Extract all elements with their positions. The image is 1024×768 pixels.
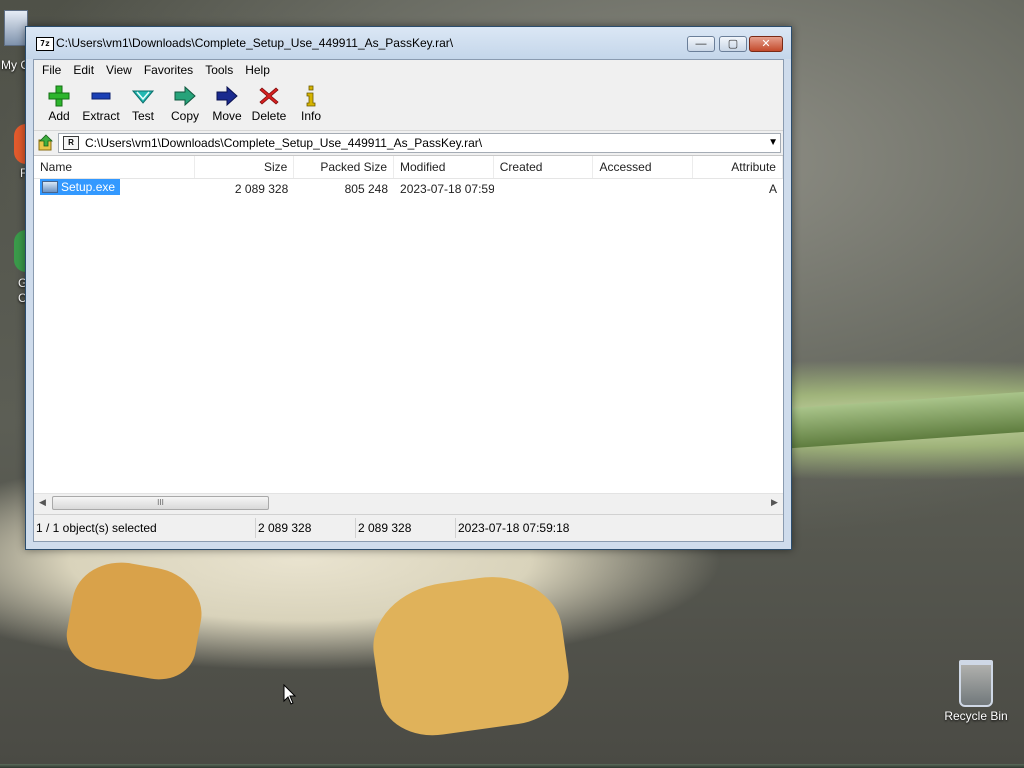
test-button[interactable]: Test [122, 80, 164, 130]
menu-tools[interactable]: Tools [199, 61, 239, 79]
move-label: Move [212, 109, 242, 123]
status-size: 2 089 328 [256, 518, 356, 538]
info-label: Info [300, 109, 321, 123]
column-header-accessed[interactable]: Accessed [593, 156, 694, 178]
menu-edit[interactable]: Edit [67, 61, 100, 79]
column-header-modified[interactable]: Modified [394, 156, 494, 178]
file-attributes-cell: A [768, 182, 777, 196]
status-selection: 1 / 1 object(s) selected [34, 518, 256, 538]
recycle-bin-icon [959, 660, 993, 707]
copy-arrow-icon [173, 85, 197, 107]
delete-button[interactable]: Delete [248, 80, 290, 130]
menu-help[interactable]: Help [239, 61, 276, 79]
file-size-cell: 2 089 328 [234, 182, 289, 196]
delete-label: Delete [251, 109, 287, 123]
move-arrow-icon [215, 85, 239, 107]
copy-button[interactable]: Copy [164, 80, 206, 130]
up-arrow-icon [38, 134, 53, 151]
recycle-bin-label: Recycle Bin [944, 709, 1008, 723]
menu-favorites[interactable]: Favorites [138, 61, 199, 79]
archive-icon: R [63, 136, 79, 150]
up-folder-button[interactable] [34, 132, 58, 154]
mouse-cursor-icon [283, 684, 297, 705]
minus-icon [89, 85, 113, 107]
scroll-right-icon[interactable]: ▶ [766, 494, 783, 511]
file-modified-cell: 2023-07-18 07:59 [400, 182, 494, 196]
status-packed-size: 2 089 328 [356, 518, 456, 538]
selected-file-name[interactable]: Setup.exe [40, 179, 121, 195]
wallpaper-leaf [792, 391, 1024, 449]
checkmark-icon [131, 85, 155, 107]
list-header: Name Size Packed Size Modified Created A… [34, 156, 783, 179]
move-button[interactable]: Move [206, 80, 248, 130]
executable-file-icon [42, 181, 58, 193]
maximize-button[interactable]: ▢ [719, 36, 747, 52]
delete-x-icon [257, 85, 281, 107]
menu-file[interactable]: File [36, 61, 67, 79]
chevron-down-icon[interactable]: ▼ [768, 137, 778, 148]
wallpaper-duck-foot-right [365, 567, 575, 743]
desktop-icon-recycle-bin[interactable]: Recycle Bin [940, 660, 1012, 723]
path-input[interactable]: R C:\Users\vm1\Downloads\Complete_Setup_… [58, 133, 781, 153]
file-manager-window: 7z C:\Users\vm1\Downloads\Complete_Setup… [25, 26, 792, 550]
toolbar: Add Extract Test Copy Move Delete Info [34, 80, 783, 131]
status-modified: 2023-07-18 07:59:18 [458, 521, 570, 535]
copy-label: Copy [170, 109, 199, 123]
extract-button[interactable]: Extract [80, 80, 122, 130]
window-client: File Edit View Favorites Tools Help Add … [33, 59, 784, 542]
plus-icon [47, 85, 71, 107]
status-bar: 1 / 1 object(s) selected 2 089 328 2 089… [34, 514, 783, 541]
column-header-packed-size[interactable]: Packed Size [294, 156, 395, 178]
column-header-created[interactable]: Created [494, 156, 594, 178]
path-text: C:\Users\vm1\Downloads\Complete_Setup_Us… [85, 136, 483, 150]
wallpaper-duck-foot-left [61, 554, 209, 686]
close-button[interactable]: ✕ [749, 36, 783, 52]
address-bar: R C:\Users\vm1\Downloads\Complete_Setup_… [34, 131, 783, 156]
file-packed-size-cell: 805 248 [344, 182, 389, 196]
extract-label: Extract [82, 109, 120, 123]
file-name-cell: Setup.exe [34, 179, 195, 199]
taskbar-edge [0, 764, 1024, 768]
column-header-name[interactable]: Name [34, 156, 195, 178]
app-icon: 7z [36, 37, 54, 51]
menu-bar: File Edit View Favorites Tools Help [34, 60, 783, 80]
info-icon [299, 85, 323, 107]
column-header-size[interactable]: Size [195, 156, 295, 178]
window-titlebar[interactable]: 7z C:\Users\vm1\Downloads\Complete_Setup… [26, 27, 791, 59]
horizontal-scrollbar[interactable]: ◀ III ▶ [34, 493, 783, 511]
window-title: C:\Users\vm1\Downloads\Complete_Setup_Us… [56, 36, 454, 50]
test-label: Test [131, 109, 154, 123]
menu-view[interactable]: View [100, 61, 138, 79]
add-label: Add [48, 109, 70, 123]
file-list: Name Size Packed Size Modified Created A… [34, 156, 783, 511]
scroll-left-icon[interactable]: ◀ [34, 494, 51, 511]
info-button[interactable]: Info [290, 80, 332, 130]
scrollbar-thumb[interactable]: III [52, 496, 269, 510]
add-button[interactable]: Add [38, 80, 80, 130]
minimize-button[interactable]: — [687, 36, 715, 52]
table-row[interactable]: Setup.exe 2 089 328 805 248 2023-07-18 0… [34, 179, 783, 199]
column-header-attributes[interactable]: Attribute [693, 156, 783, 178]
